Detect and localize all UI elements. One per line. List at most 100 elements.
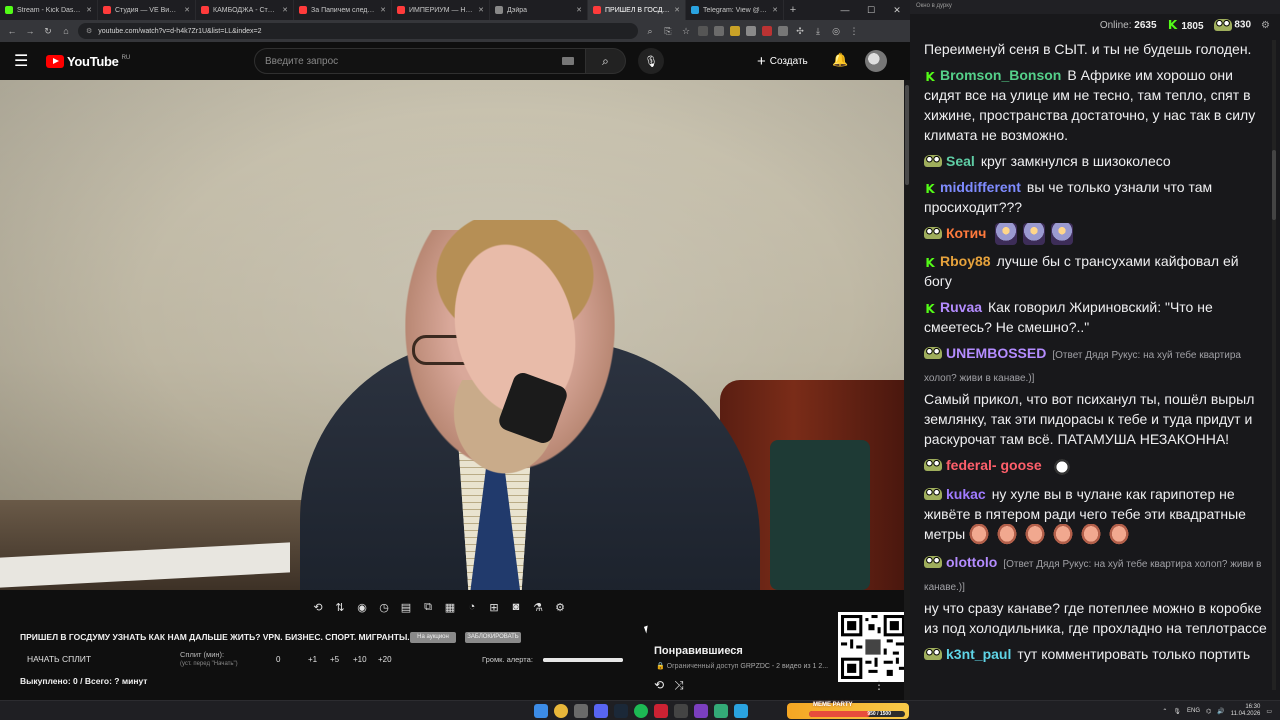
split-add-10-button[interactable]: +10 bbox=[353, 655, 367, 664]
maximize-icon[interactable]: ☐ bbox=[858, 5, 884, 16]
download-icon[interactable]: ⤓ bbox=[812, 26, 824, 37]
clapper-icon[interactable]: ▤ bbox=[398, 599, 414, 615]
browser-tab[interactable]: За Папичем следят в ... ✕ bbox=[294, 0, 392, 20]
chat-username[interactable]: federal- goose bbox=[946, 457, 1042, 473]
tab-close-icon[interactable]: ✕ bbox=[184, 6, 190, 14]
steam-icon[interactable] bbox=[614, 704, 628, 718]
tab-close-icon[interactable]: ✕ bbox=[86, 6, 92, 14]
add-clip-icon[interactable]: ⊞ bbox=[486, 599, 502, 615]
tab-close-icon[interactable]: ✕ bbox=[380, 6, 386, 14]
bookmark-star-icon[interactable]: ☆ bbox=[680, 26, 692, 37]
minimize-icon[interactable]: — bbox=[832, 5, 858, 15]
block-button[interactable]: ЗАБЛОКИРОВАТЬ bbox=[465, 632, 521, 643]
chrome-icon[interactable] bbox=[554, 704, 568, 718]
watch-later-icon[interactable]: ◷ bbox=[376, 599, 392, 615]
language-indicator[interactable]: ENG bbox=[1187, 708, 1200, 714]
app-icon[interactable] bbox=[694, 704, 708, 718]
app-icon[interactable] bbox=[654, 704, 668, 718]
create-button[interactable]: + Создать bbox=[757, 50, 808, 72]
spotify-icon[interactable] bbox=[634, 704, 648, 718]
extension-icon[interactable] bbox=[778, 26, 788, 36]
chat-username[interactable]: Rboy88 bbox=[940, 253, 991, 269]
chevron-up-icon[interactable]: ⌃ bbox=[1162, 708, 1167, 715]
playlist-title[interactable]: Понравившиеся bbox=[654, 645, 743, 657]
telegram-icon[interactable] bbox=[734, 704, 748, 718]
discord-icon[interactable] bbox=[594, 704, 608, 718]
chat-username[interactable]: olottolo bbox=[946, 554, 997, 570]
chat-username[interactable]: Котич bbox=[946, 225, 986, 241]
microphone-icon[interactable]: 🎙 bbox=[1173, 708, 1181, 715]
auction-badge[interactable]: На аукцион bbox=[410, 632, 456, 643]
browser-tab[interactable]: Stream - Kick Dashboard ✕ bbox=[0, 0, 98, 20]
menu-kebab-icon[interactable]: ⋮ bbox=[848, 26, 860, 37]
voice-search-button[interactable]: 🎙 bbox=[638, 48, 664, 74]
browser-tab[interactable]: КАМБОДЖА - Столиц... ✕ bbox=[196, 0, 294, 20]
app-icon[interactable] bbox=[714, 704, 728, 718]
back-icon[interactable]: ← bbox=[6, 26, 18, 36]
chat-username[interactable]: Bromson_Bonson bbox=[940, 67, 1061, 83]
broadcast-icon[interactable]: ◉ bbox=[354, 599, 370, 615]
zoom-icon[interactable]: ⌕ bbox=[644, 26, 656, 37]
chat-username[interactable]: UNEMBOSSED bbox=[946, 345, 1046, 361]
browser-tab[interactable]: Дэйра ✕ bbox=[490, 0, 588, 20]
chat-username[interactable]: Seal bbox=[946, 153, 975, 169]
chat-scrollbar[interactable] bbox=[1272, 40, 1276, 690]
site-info-icon[interactable]: ⚙ bbox=[86, 27, 92, 35]
speed-gauge-icon[interactable]: ◔ bbox=[464, 599, 480, 615]
chat-username[interactable]: kukac bbox=[946, 486, 986, 502]
keyboard-icon[interactable] bbox=[562, 57, 574, 65]
home-icon[interactable]: ⌂ bbox=[60, 26, 72, 36]
url-field[interactable]: ⚙ youtube.com/watch?v=d-h4k7Zr1U&list=LL… bbox=[78, 23, 638, 39]
youtube-logo[interactable]: YouTube RU bbox=[46, 54, 130, 69]
chat-scrollbar-thumb[interactable] bbox=[1272, 150, 1276, 220]
playlist-loop-icon[interactable]: ⟲ bbox=[654, 678, 664, 693]
loop-icon[interactable]: ⟲ bbox=[310, 599, 326, 615]
more-options-icon[interactable]: ⋮ bbox=[873, 678, 885, 692]
picture-in-picture-icon[interactable]: ⧉ bbox=[420, 599, 436, 615]
tab-close-icon[interactable]: ✕ bbox=[282, 6, 288, 14]
search-input[interactable] bbox=[254, 48, 586, 74]
split-add-20-button[interactable]: +20 bbox=[378, 655, 392, 664]
extension-icon[interactable] bbox=[762, 26, 772, 36]
shuffle-icon[interactable]: ⤨ bbox=[674, 678, 684, 693]
clock[interactable]: 16:30 11.04.2026 bbox=[1231, 704, 1261, 718]
video-player[interactable] bbox=[0, 80, 904, 590]
reload-icon[interactable]: ↻ bbox=[42, 26, 54, 37]
extension-icon[interactable] bbox=[714, 26, 724, 36]
chat-username[interactable]: Ruvaa bbox=[940, 299, 982, 315]
split-add-1-button[interactable]: +1 bbox=[308, 655, 317, 664]
app-icon[interactable] bbox=[574, 704, 588, 718]
profile-icon[interactable]: ◎ bbox=[830, 26, 842, 37]
browser-tab[interactable]: ПРИШЁЛ В ГОСДУМУ ... ✕ bbox=[588, 0, 686, 20]
meme-party-widget[interactable]: MEME PARTY 950 / 1500 bbox=[787, 702, 909, 719]
install-icon[interactable]: ⎘ bbox=[662, 26, 674, 37]
tab-close-icon[interactable]: ✕ bbox=[772, 6, 778, 14]
theater-mode-icon[interactable]: ▦ bbox=[442, 599, 458, 615]
new-tab-button[interactable]: + bbox=[784, 0, 802, 20]
notifications-bell-icon[interactable]: 🔔 bbox=[832, 52, 848, 68]
extension-icon[interactable] bbox=[698, 26, 708, 36]
settings-gear-icon[interactable]: ⚙ bbox=[1261, 20, 1270, 31]
extension-icon[interactable] bbox=[746, 26, 756, 36]
tab-close-icon[interactable]: ✕ bbox=[674, 6, 680, 14]
tab-close-icon[interactable]: ✕ bbox=[478, 6, 484, 14]
windows-start-icon[interactable] bbox=[534, 704, 548, 718]
split-add-5-button[interactable]: +5 bbox=[330, 655, 339, 664]
volume-icon[interactable]: 🔊 bbox=[1217, 708, 1224, 715]
forward-icon[interactable]: → bbox=[24, 26, 36, 36]
notifications-icon[interactable]: ▭ bbox=[1266, 708, 1272, 715]
chat-username[interactable]: k3nt_paul bbox=[946, 646, 1011, 662]
menu-hamburger-icon[interactable]: ☰ bbox=[14, 51, 36, 71]
start-split-button[interactable]: НАЧАТЬ СПЛИТ bbox=[27, 654, 91, 664]
alert-volume-slider[interactable] bbox=[543, 658, 623, 662]
close-window-icon[interactable]: ✕ bbox=[884, 5, 910, 16]
page-scrollbar-thumb[interactable] bbox=[905, 85, 909, 185]
avatar[interactable] bbox=[865, 50, 887, 72]
browser-tab[interactable]: Telegram: View @dvc... ✕ bbox=[686, 0, 784, 20]
browser-tab[interactable]: Студия — VE Видео Li...✕ bbox=[98, 0, 196, 20]
extensions-puzzle-icon[interactable]: ✣ bbox=[794, 26, 806, 37]
split-value-0[interactable]: 0 bbox=[276, 655, 280, 664]
flask-icon[interactable]: ⚗ bbox=[530, 599, 546, 615]
tab-close-icon[interactable]: ✕ bbox=[576, 6, 582, 14]
screenshot-camera-icon[interactable]: ◙ bbox=[508, 599, 524, 615]
